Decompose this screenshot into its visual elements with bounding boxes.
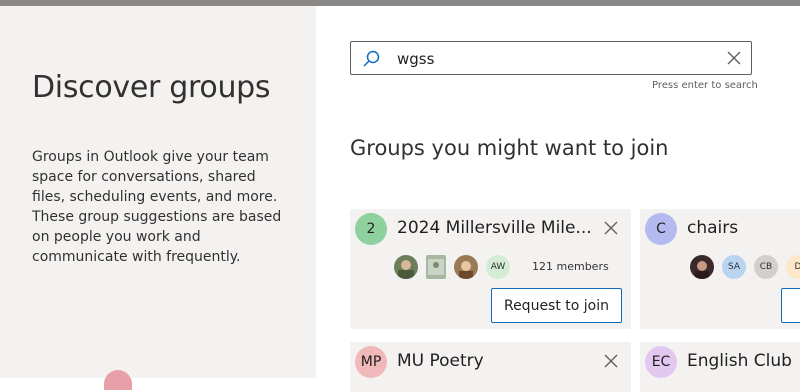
page-title: Discover groups [32,70,271,105]
group-card[interactable]: MP MU Poetry [350,342,631,392]
request-to-join-button[interactable] [781,288,800,323]
search-input[interactable]: wgss [397,50,434,68]
member-avatars: AW [394,255,510,279]
avatar-initials: D [786,255,800,279]
group-name[interactable]: MU Poetry [397,351,484,371]
group-avatar: MP [355,346,387,378]
group-card[interactable]: 2 2024 Millersville Mile... AW 121 membe… [350,209,631,329]
avatar [426,255,446,279]
group-avatar: C [645,213,677,245]
avatar-initials: CB [754,255,778,279]
search-box[interactable]: wgss [350,41,752,75]
group-name[interactable]: 2024 Millersville Mile... [397,218,592,238]
group-card[interactable]: EC English Club [640,342,800,392]
group-avatar: EC [645,346,677,378]
avatar-initials: SA [722,255,746,279]
close-icon[interactable] [725,49,743,67]
close-icon[interactable] [603,220,619,236]
member-avatars: SA CB D [690,255,800,279]
avatar-initials: AW [486,255,510,279]
left-panel: Discover groups Groups in Outlook give y… [0,6,316,378]
request-to-join-button[interactable]: Request to join [491,288,622,323]
section-title: Groups you might want to join [350,136,669,160]
avatar [394,255,418,279]
close-icon[interactable] [603,353,619,369]
page-description: Groups in Outlook give your team space f… [32,149,282,265]
avatar [690,255,714,279]
search-hint: Press enter to search [652,80,758,91]
group-name[interactable]: English Club [687,351,792,371]
group-name[interactable]: chairs [687,218,738,238]
group-avatar: 2 [355,213,387,245]
member-count: 121 members [532,260,609,273]
search-icon [363,50,380,67]
avatar [454,255,478,279]
group-card[interactable]: C chairs SA CB D [640,209,800,329]
decorative-shape [104,370,132,390]
